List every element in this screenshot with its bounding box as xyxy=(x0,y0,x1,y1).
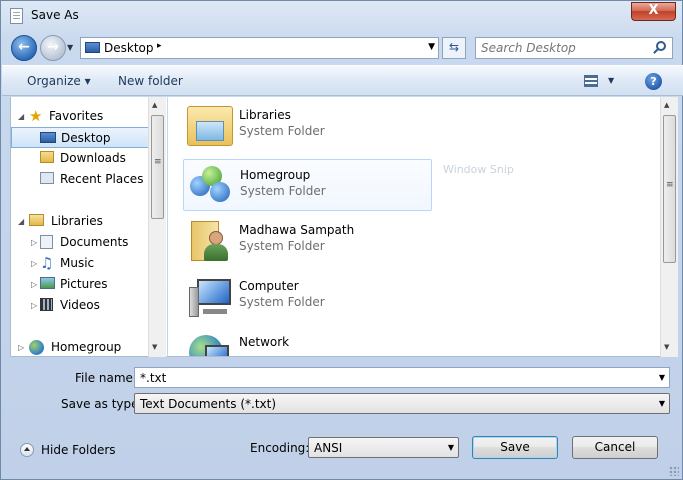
libraries-folder-icon xyxy=(187,106,233,146)
view-options-icon[interactable] xyxy=(584,75,598,87)
save-as-type-label: Save as type: xyxy=(61,397,143,411)
organize-button[interactable]: Organize ▾ xyxy=(27,74,91,88)
nav-item-pictures[interactable]: Pictures xyxy=(40,274,150,295)
search-icon[interactable] xyxy=(656,41,666,51)
file-list-scroll-thumb[interactable] xyxy=(663,115,676,263)
file-name-field[interactable]: *.txt ▼ xyxy=(134,367,670,388)
encoding-select[interactable]: ANSI ▼ xyxy=(308,437,459,458)
nav-item-favorites[interactable]: ★ Favorites xyxy=(29,106,149,127)
breadcrumb-chevron-icon[interactable]: ▸ xyxy=(157,41,162,51)
nav-item-downloads[interactable]: Downloads xyxy=(40,148,150,169)
desktop-icon xyxy=(85,42,100,53)
nav-item-homegroup[interactable]: Homegroup xyxy=(29,337,149,356)
recent-pages-dropdown[interactable]: ▼ xyxy=(67,43,73,52)
address-path[interactable]: Desktop xyxy=(104,41,154,55)
notepad-icon xyxy=(10,8,23,24)
close-button[interactable]: X xyxy=(631,2,676,21)
toolbar: Organize ▾ New folder ▼ ? xyxy=(2,65,683,96)
expand-pictures-icon[interactable]: ▷ xyxy=(31,280,37,289)
scroll-down-icon[interactable]: ▼ xyxy=(152,343,157,351)
file-name-value[interactable]: *.txt xyxy=(140,371,166,385)
file-list: Window Snip Libraries System Folder Home… xyxy=(168,97,662,357)
ghost-tooltip-text: Window Snip xyxy=(443,163,514,176)
expand-documents-icon[interactable]: ▷ xyxy=(31,238,37,247)
homegroup-icon xyxy=(188,164,234,208)
refresh-button[interactable]: ⇆ xyxy=(442,37,466,59)
address-bar[interactable]: Desktop ▸ ▼ xyxy=(80,37,439,59)
desktop-icon xyxy=(40,132,56,143)
view-dropdown-icon[interactable]: ▼ xyxy=(608,76,614,85)
recent-places-icon xyxy=(40,172,54,184)
music-note-icon: ♫ xyxy=(40,254,54,272)
save-button[interactable]: Save xyxy=(472,436,558,459)
scroll-up-icon[interactable]: ▲ xyxy=(664,101,669,109)
search-input[interactable] xyxy=(481,40,651,56)
documents-icon xyxy=(40,235,53,249)
encoding-dropdown-icon[interactable]: ▼ xyxy=(448,443,454,452)
title-bar[interactable]: Save As X xyxy=(1,1,682,31)
expand-favorites-icon[interactable]: ◢ xyxy=(18,112,24,121)
navigation-scrollbar[interactable]: ▲ ▼ xyxy=(148,97,166,357)
file-list-scrollbar[interactable]: ▲ ▼ xyxy=(660,97,678,357)
save-as-type-value: Text Documents (*.txt) xyxy=(140,397,277,411)
list-item-network[interactable]: Network xyxy=(183,327,432,356)
nav-item-documents[interactable]: Documents xyxy=(40,232,150,253)
back-button[interactable]: ← xyxy=(11,35,37,61)
cancel-button[interactable]: Cancel xyxy=(572,436,658,459)
help-button[interactable]: ? xyxy=(645,73,662,90)
computer-icon xyxy=(187,275,233,319)
nav-item-music[interactable]: ♫ Music xyxy=(40,253,150,274)
forward-arrow-icon: → xyxy=(47,39,59,55)
navigation-scroll-thumb[interactable] xyxy=(151,115,164,219)
encoding-value: ANSI xyxy=(314,441,343,455)
expand-videos-icon[interactable]: ▷ xyxy=(31,301,37,310)
list-item-libraries[interactable]: Libraries System Folder xyxy=(183,100,432,152)
network-icon xyxy=(187,331,233,356)
new-folder-button[interactable]: New folder xyxy=(118,74,183,88)
videos-icon xyxy=(40,298,53,311)
downloads-folder-icon xyxy=(40,151,54,163)
list-item-computer[interactable]: Computer System Folder xyxy=(183,271,432,323)
pictures-icon xyxy=(40,277,55,289)
expand-homegroup-icon[interactable]: ▷ xyxy=(18,343,24,352)
nav-item-desktop[interactable]: Desktop xyxy=(11,127,150,148)
nav-item-recent-places[interactable]: Recent Places xyxy=(40,169,150,190)
homegroup-icon xyxy=(29,340,44,355)
search-box[interactable] xyxy=(475,37,673,59)
file-name-dropdown-icon[interactable]: ▼ xyxy=(659,373,665,382)
expand-music-icon[interactable]: ▷ xyxy=(31,259,37,268)
address-dropdown-icon[interactable]: ▼ xyxy=(428,42,435,52)
back-arrow-icon: ← xyxy=(18,39,30,55)
collapse-icon xyxy=(20,443,34,457)
nav-item-videos[interactable]: Videos xyxy=(40,295,150,316)
list-item-user-folder[interactable]: Madhawa Sampath System Folder xyxy=(183,215,432,267)
libraries-icon xyxy=(29,214,44,226)
forward-button[interactable]: → xyxy=(40,35,66,61)
nav-item-libraries[interactable]: Libraries xyxy=(29,211,149,232)
save-as-type-select[interactable]: Text Documents (*.txt) ▼ xyxy=(134,393,670,414)
resize-grip[interactable] xyxy=(669,466,679,476)
window-title: Save As xyxy=(31,8,79,22)
file-name-label: File name: xyxy=(75,371,137,385)
expand-libraries-icon[interactable]: ◢ xyxy=(18,217,24,226)
save-as-dialog: Save As X ← → ▼ Desktop ▸ ▼ ⇆ Organize ▾… xyxy=(0,0,683,480)
scroll-up-icon[interactable]: ▲ xyxy=(152,101,157,109)
navigation-pane: ◢ ★ Favorites Desktop Downloads Recent P… xyxy=(10,97,167,357)
refresh-icon: ⇆ xyxy=(448,40,460,54)
save-as-type-dropdown-icon[interactable]: ▼ xyxy=(659,399,665,408)
star-icon: ★ xyxy=(29,107,43,125)
encoding-label: Encoding: xyxy=(250,441,310,455)
list-item-homegroup[interactable]: Homegroup System Folder xyxy=(183,159,432,211)
scroll-down-icon[interactable]: ▼ xyxy=(664,343,669,351)
user-folder-icon xyxy=(187,219,233,263)
